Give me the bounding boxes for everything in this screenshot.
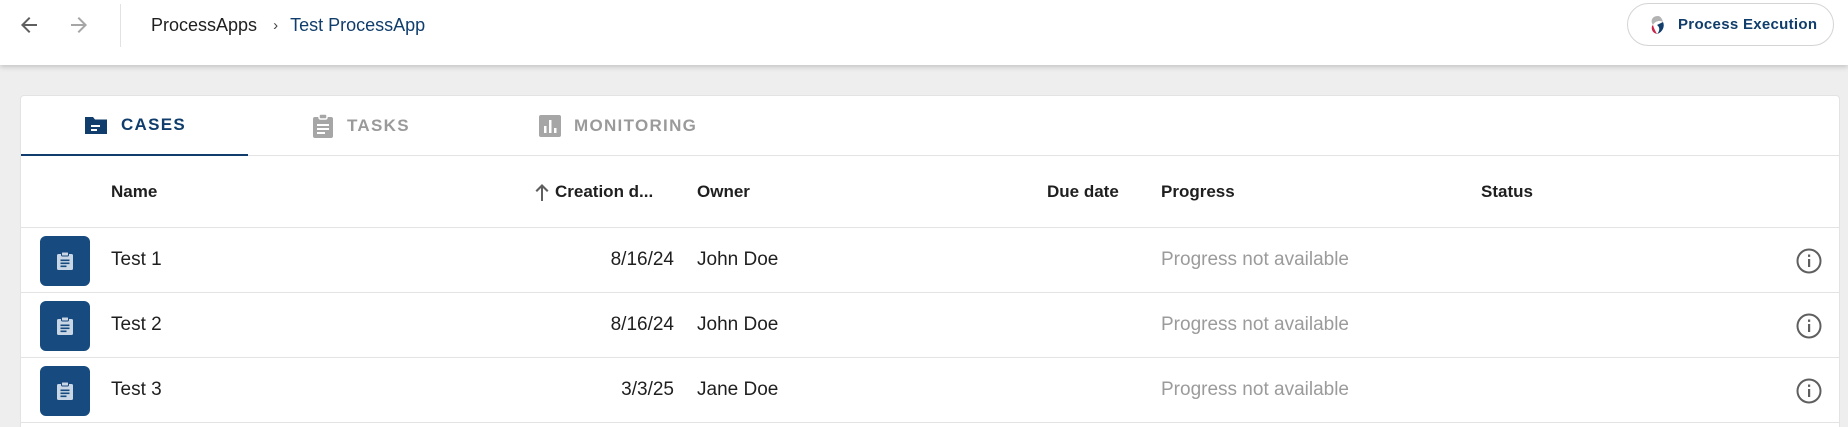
cell-creation-date: 8/16/24 [610,249,674,270]
cell-name: Test 2 [111,314,162,335]
tab-bar: CASES TASKS MONITORING [21,96,1839,156]
cases-card: CASES TASKS MONITORING Name Creation d..… [20,95,1840,427]
clipboard-icon [57,381,73,400]
column-header-due-date[interactable]: Due date [1047,182,1119,202]
tab-tasks[interactable]: TASKS [311,96,410,156]
column-header-owner[interactable]: Owner [697,182,750,202]
column-header-creation-date-label: Creation d... [555,182,654,201]
breadcrumb: ProcessApps › Test ProcessApp [151,14,425,36]
table-row[interactable]: Test 3 3/3/25 Jane Doe Progress not avai… [21,358,1839,423]
cell-creation-date: 3/3/25 [621,379,674,400]
tab-tasks-label: TASKS [347,116,410,135]
cell-name: Test 3 [111,379,162,400]
cell-progress: Progress not available [1161,314,1349,335]
cell-name: Test 1 [111,249,162,270]
toolbar-divider [120,4,121,47]
cell-progress: Progress not available [1161,379,1349,400]
table-header: Name Creation d... Owner Due date Progre… [21,156,1839,228]
column-header-status[interactable]: Status [1481,182,1533,202]
arrow-right-icon [71,17,87,33]
cell-progress: Progress not available [1161,249,1349,270]
breadcrumb-root[interactable]: ProcessApps [151,15,257,36]
tab-monitoring-label: MONITORING [574,116,698,135]
bar-chart-icon [538,114,562,138]
process-execution-logo-icon [1651,15,1664,34]
process-execution-label: Process Execution [1678,16,1818,33]
column-header-name[interactable]: Name [111,182,157,202]
info-button[interactable] [1795,377,1823,405]
tab-cases[interactable]: CASES [21,96,248,156]
sort-ascending-icon [535,184,549,201]
clipboard-icon [57,251,73,270]
forward-button[interactable] [64,10,94,40]
info-icon [1796,378,1822,404]
info-icon [1796,248,1822,274]
folder-icon [83,114,109,136]
cell-owner: John Doe [697,249,779,270]
breadcrumb-current: Test ProcessApp [290,14,426,35]
cell-owner: Jane Doe [697,379,779,400]
info-button[interactable] [1795,312,1823,340]
case-icon-button[interactable] [40,301,90,351]
column-header-creation-date[interactable]: Creation d... [533,182,653,202]
back-button[interactable] [14,10,44,40]
case-icon-button[interactable] [40,366,90,416]
clipboard-icon [311,113,335,139]
arrow-left-icon [21,17,37,33]
breadcrumb-separator: › [273,16,279,34]
tab-cases-label: CASES [120,115,187,134]
case-icon-button[interactable] [40,236,90,286]
top-bar: ProcessApps › Test ProcessApp Process Ex… [0,0,1848,65]
info-icon [1796,313,1822,339]
column-header-progress[interactable]: Progress [1161,182,1235,202]
cell-owner: John Doe [697,314,779,335]
clipboard-icon [57,316,73,335]
cell-creation-date: 8/16/24 [610,314,674,335]
table-row[interactable]: Test 2 8/16/24 John Doe Progress not ava… [21,293,1839,358]
tab-monitoring[interactable]: MONITORING [538,96,697,156]
table-row[interactable]: Test 1 8/16/24 John Doe Progress not ava… [21,228,1839,293]
process-execution-button[interactable]: Process Execution [1627,3,1834,46]
info-button[interactable] [1795,247,1823,275]
